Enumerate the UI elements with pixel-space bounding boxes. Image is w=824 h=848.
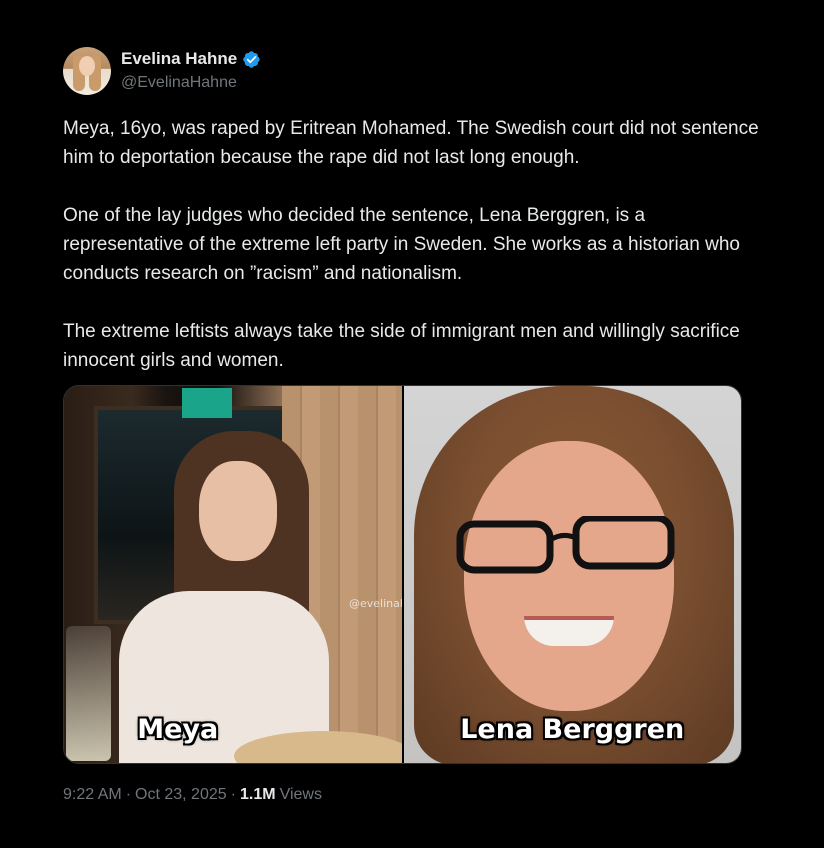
views-label: Views	[279, 786, 322, 803]
tweet-paragraph: One of the lay judges who decided the se…	[63, 205, 740, 284]
author-name-row: Evelina Hahne	[121, 49, 261, 69]
meta-separator: ·	[230, 786, 236, 803]
avatar-face	[79, 56, 95, 76]
verified-badge-icon[interactable]	[242, 50, 261, 69]
exit-sign	[182, 388, 232, 418]
tweet-time[interactable]: 9:22 AM	[63, 786, 122, 804]
tweet-meta: 9:22 AM · Oct 23, 2025 · 1.1M Views	[63, 786, 322, 804]
photo-left-caption: Meya	[137, 714, 219, 745]
person-face	[199, 461, 277, 561]
views-count[interactable]: 1.1M	[240, 786, 276, 804]
photo-right[interactable]: Lena Berggren	[403, 386, 741, 763]
tweet-paragraph: Meya, 16yo, was raped by Eritrean Mohame…	[63, 118, 759, 168]
media-grid: @evelinahahne Meya Lena Berggren	[63, 385, 742, 764]
photo-left[interactable]: @evelinahahne Meya	[64, 386, 402, 763]
tweet-text: Meya, 16yo, was raped by Eritrean Mohame…	[63, 114, 763, 375]
portrait-face	[463, 441, 674, 711]
tweet-paragraph: The extreme leftists always take the sid…	[63, 321, 740, 371]
author-handle[interactable]: @EvelinaHahne	[121, 74, 237, 92]
author-display-name[interactable]: Evelina Hahne	[121, 49, 237, 69]
tweet: Evelina Hahne @EvelinaHahne Meya, 16yo, …	[0, 0, 824, 848]
photo-right-caption: Lena Berggren	[460, 714, 685, 745]
tweet-date[interactable]: Oct 23, 2025	[135, 786, 227, 804]
meta-separator: ·	[125, 786, 132, 803]
avatar[interactable]	[63, 47, 111, 95]
glasses-icon	[456, 516, 674, 574]
watermark: @evelinahahne	[349, 597, 402, 610]
